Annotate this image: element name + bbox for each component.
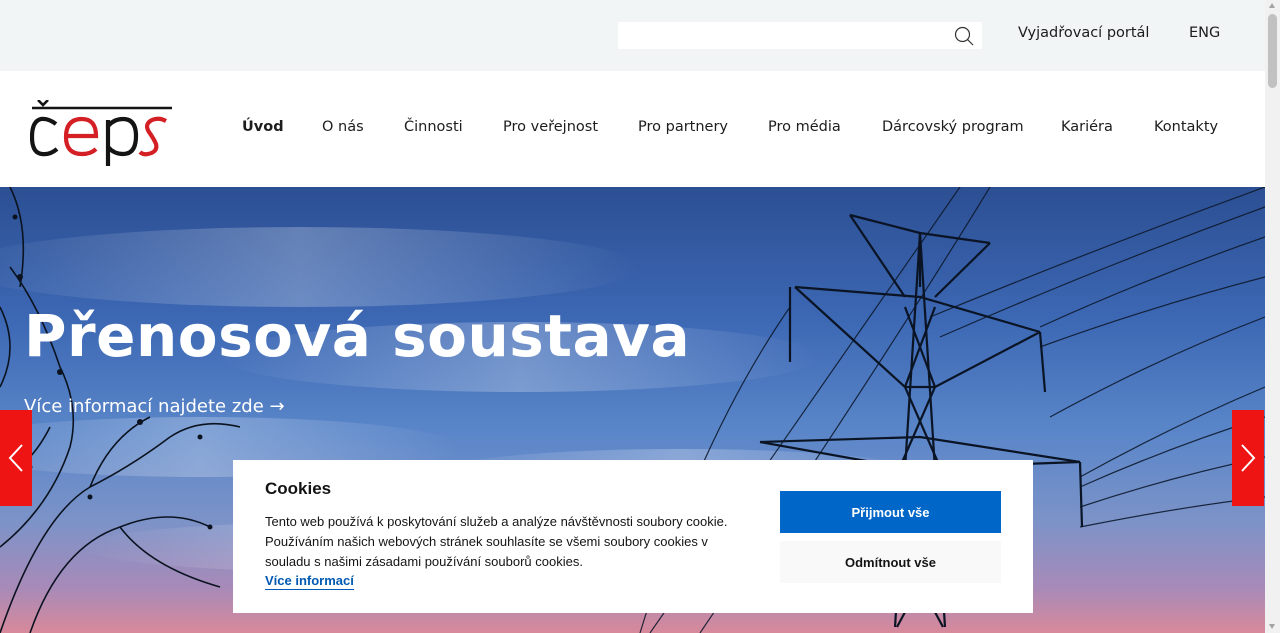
reject-all-button[interactable]: Odmítnout vše — [780, 541, 1001, 583]
nav-item-kariera[interactable]: Kariéra — [1061, 119, 1113, 135]
nav-item-pro-partnery[interactable]: Pro partnery — [638, 119, 728, 135]
accept-all-button[interactable]: Přijmout vše — [780, 491, 1001, 533]
scrollbar-thumb[interactable] — [1268, 14, 1277, 88]
cookie-more-info-link[interactable]: Více informací — [265, 573, 354, 590]
nav-item-pro-media[interactable]: Pro média — [768, 119, 841, 135]
search-icon[interactable] — [954, 26, 974, 46]
nav-item-darcovsky-program[interactable]: Dárcovský program — [882, 119, 1024, 135]
cookie-text: Tento web používá k poskytování služeb a… — [265, 514, 728, 569]
cookie-banner: Cookies Tento web používá k poskytování … — [233, 460, 1033, 613]
language-switch-link[interactable]: ENG — [1189, 25, 1220, 41]
chevron-left-icon — [8, 444, 23, 472]
search-box[interactable] — [618, 22, 982, 49]
hero-title: Přenosová soustava — [24, 302, 691, 370]
scroll-up-arrow-icon[interactable] — [1269, 3, 1275, 8]
scrollbar-track[interactable] — [1265, 0, 1280, 633]
nav-item-cinnosti[interactable]: Činnosti — [404, 119, 463, 135]
nav-item-uvod[interactable]: Úvod — [242, 119, 284, 135]
ceps-logo[interactable] — [30, 100, 174, 168]
nav-item-pro-verejnost[interactable]: Pro veřejnost — [503, 119, 598, 135]
portal-link[interactable]: Vyjadřovací portál — [1018, 25, 1149, 41]
scroll-down-arrow-icon[interactable] — [1269, 624, 1275, 629]
slider-next-button[interactable] — [1232, 410, 1264, 506]
hero-more-link[interactable]: Více informací najdete zde → — [24, 396, 285, 417]
slider-prev-button[interactable] — [0, 410, 32, 506]
cookie-title: Cookies — [265, 479, 332, 498]
chevron-right-icon — [1241, 444, 1256, 472]
nav-item-kontakty[interactable]: Kontakty — [1154, 119, 1218, 135]
nav-item-o-nas[interactable]: O nás — [322, 119, 364, 135]
search-input[interactable] — [618, 22, 948, 49]
